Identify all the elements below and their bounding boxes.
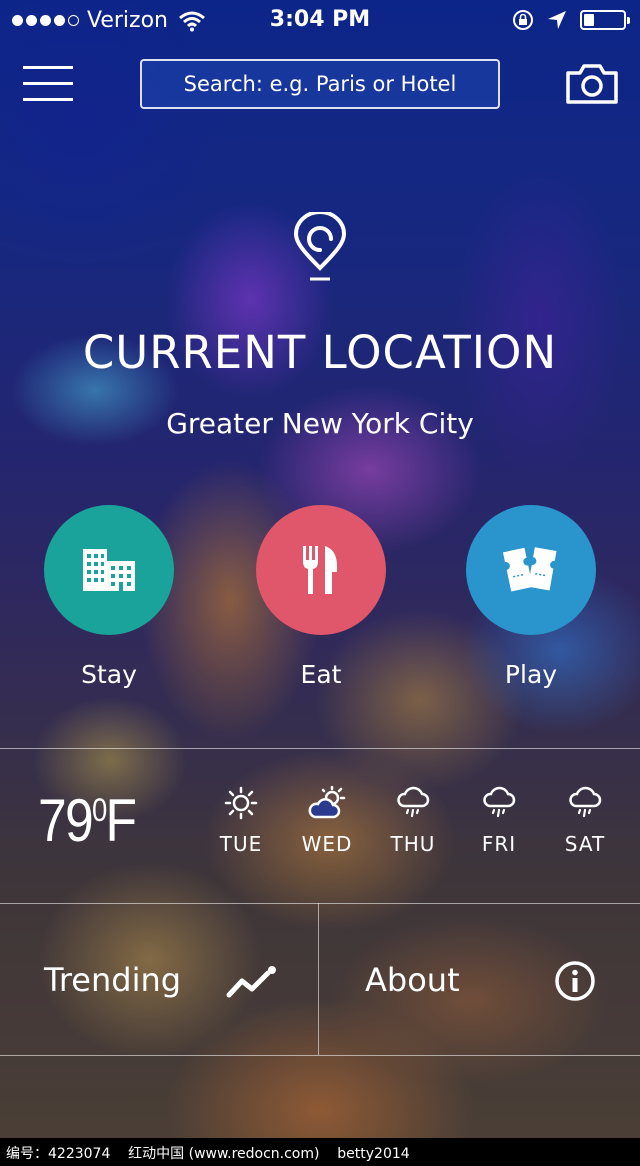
- hamburger-menu-icon[interactable]: [23, 66, 73, 102]
- degree-symbol: 0: [91, 792, 107, 828]
- play-circle: [466, 505, 596, 635]
- rain-cloud-icon: [569, 786, 602, 818]
- camera-icon[interactable]: [564, 63, 620, 105]
- stay-circle: [44, 505, 174, 635]
- play-button[interactable]: Play: [466, 505, 596, 705]
- forecast-day-label: WED: [301, 832, 353, 856]
- divider: [0, 1055, 640, 1056]
- ticket-icon: [503, 547, 557, 592]
- search-input[interactable]: [140, 59, 500, 109]
- status-bar: Verizon 3:04 PM: [0, 0, 640, 40]
- temperature-value: 79: [38, 787, 94, 854]
- divider: [0, 748, 640, 749]
- eat-button[interactable]: Eat: [256, 505, 386, 705]
- forecast-day: FRI: [464, 786, 534, 856]
- play-label: Play: [504, 660, 558, 689]
- info-icon: [555, 961, 595, 1001]
- trending-button[interactable]: Trending: [0, 903, 318, 1055]
- watermark-text: 编号：4223074 红动中国 (www.redocn.com) betty20…: [6, 1146, 410, 1162]
- hotel-building-icon: [83, 549, 135, 591]
- forecast-day-label: THU: [390, 832, 436, 856]
- rain-cloud-icon: [483, 786, 516, 818]
- forecast-day: THU: [378, 786, 448, 856]
- eat-label: Eat: [300, 660, 342, 689]
- map-pin-icon: [293, 212, 347, 281]
- forecast-day-label: TUE: [219, 832, 263, 856]
- trending-label: Trending: [44, 961, 182, 999]
- stay-button[interactable]: Stay: [44, 505, 174, 705]
- forecast-day: TUE: [206, 786, 276, 856]
- rotation-lock-icon: [513, 10, 533, 30]
- eat-circle: [256, 505, 386, 635]
- status-right-icons: [512, 9, 630, 31]
- location-name: Greater New York City: [166, 407, 474, 440]
- current-temperature: 790F: [38, 786, 138, 855]
- sun-icon: [224, 786, 258, 820]
- battery-icon: [580, 10, 630, 30]
- watermark-bar: 编号：4223074 红动中国 (www.redocn.com) betty20…: [0, 1138, 640, 1166]
- forecast-day-label: FRI: [481, 832, 517, 856]
- forecast-day: WED: [292, 786, 362, 856]
- location-title: CURRENT LOCATION: [82, 326, 558, 379]
- about-label: About: [365, 961, 460, 999]
- forecast-day-label: SAT: [564, 832, 606, 856]
- location-arrow-icon: [548, 11, 566, 29]
- stay-label: Stay: [81, 660, 137, 689]
- fork-knife-icon: [303, 546, 337, 594]
- partly-cloudy-icon: [308, 786, 346, 819]
- rain-cloud-icon: [397, 786, 430, 818]
- temperature-unit: F: [105, 787, 138, 854]
- trending-chart-icon: [226, 966, 276, 998]
- about-button[interactable]: About: [319, 903, 640, 1055]
- app-screen: Verizon 3:04 PM Search: e.g. Paris or Ho…: [0, 0, 640, 1166]
- forecast-day: SAT: [550, 786, 620, 856]
- battery-level: [584, 14, 594, 26]
